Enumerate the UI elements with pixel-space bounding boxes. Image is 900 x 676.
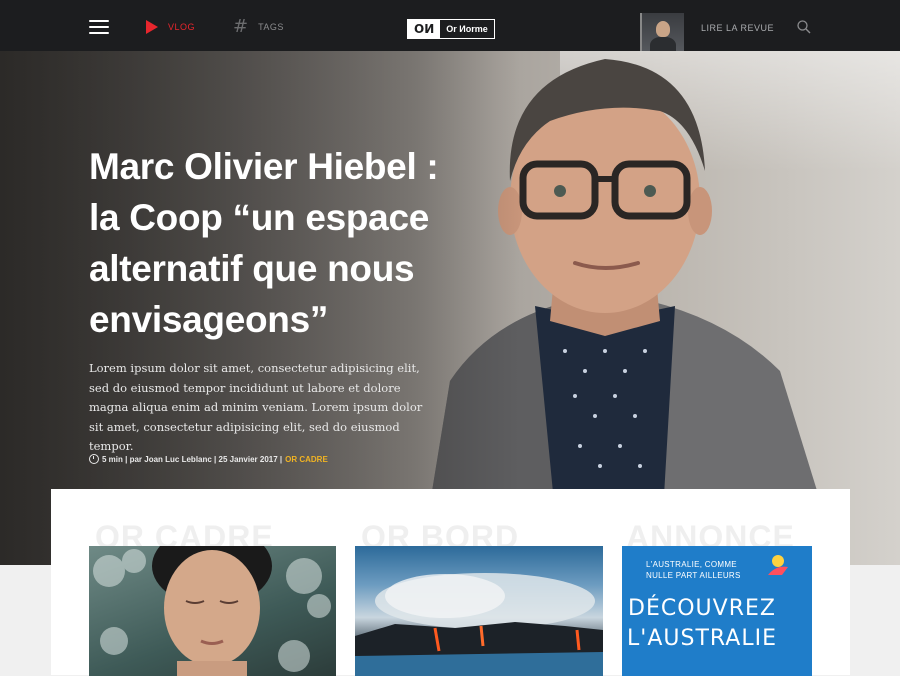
menu-icon[interactable] — [89, 20, 109, 34]
vlog-label: VLOG — [168, 22, 196, 32]
site-logo[interactable]: OИ Or Иorme — [407, 19, 495, 39]
article-category-link[interactable]: OR CADRE — [285, 455, 328, 464]
magazine-cover-thumbnail[interactable] — [640, 13, 684, 51]
clock-icon — [89, 454, 99, 464]
lava-ocean-image — [355, 573, 603, 676]
or-cadre-card-image[interactable] — [89, 546, 336, 676]
ad-tagline-line1: L'AUSTRALIE, COMME — [646, 560, 737, 569]
hashtag-icon: # — [233, 16, 249, 37]
article-excerpt: Lorem ipsum dolor sit amet, consectetur … — [89, 361, 423, 453]
ad-headline-line1: DÉCOUVREZ — [628, 596, 776, 621]
tags-label: TAGS — [258, 22, 284, 32]
kangaroo-logo-icon — [768, 555, 788, 575]
article-meta-text: 5 min | par Joan Luc Leblanc | 25 Janvie… — [102, 454, 283, 464]
australia-ad-card[interactable]: L'AUSTRALIE, COMME NULLE PART AILLEURS D… — [622, 546, 812, 676]
search-icon[interactable] — [797, 20, 811, 34]
article-headline[interactable]: Marc Olivier Hiebel : la Coop “un espace… — [89, 141, 469, 345]
logo-mark: OИ — [408, 20, 441, 38]
article-meta: 5 min | par Joan Luc Leblanc | 25 Janvie… — [89, 454, 328, 464]
bathing-man-image — [93, 546, 331, 676]
hero-banner: Marc Olivier Hiebel : la Coop “un espace… — [0, 51, 900, 565]
play-icon — [146, 20, 158, 34]
ad-headline-line2: L'AUSTRALIE — [627, 626, 777, 651]
ad-tagline-line2: NULLE PART AILLEURS — [646, 571, 741, 580]
read-magazine-link[interactable]: LIRE LA REVUE — [701, 23, 774, 33]
top-navigation: VLOG # TAGS OИ Or Иorme LIRE LA REVUE — [0, 0, 900, 51]
vlog-link[interactable]: VLOG — [146, 20, 195, 34]
content-section: OR CADRE OR BORD ANNONCE L'AUSTRALIE, CO… — [51, 489, 850, 676]
tags-link[interactable]: # TAGS — [233, 17, 284, 37]
logo-text: Or Иorme — [446, 24, 488, 34]
or-bord-card-image[interactable] — [355, 546, 603, 676]
